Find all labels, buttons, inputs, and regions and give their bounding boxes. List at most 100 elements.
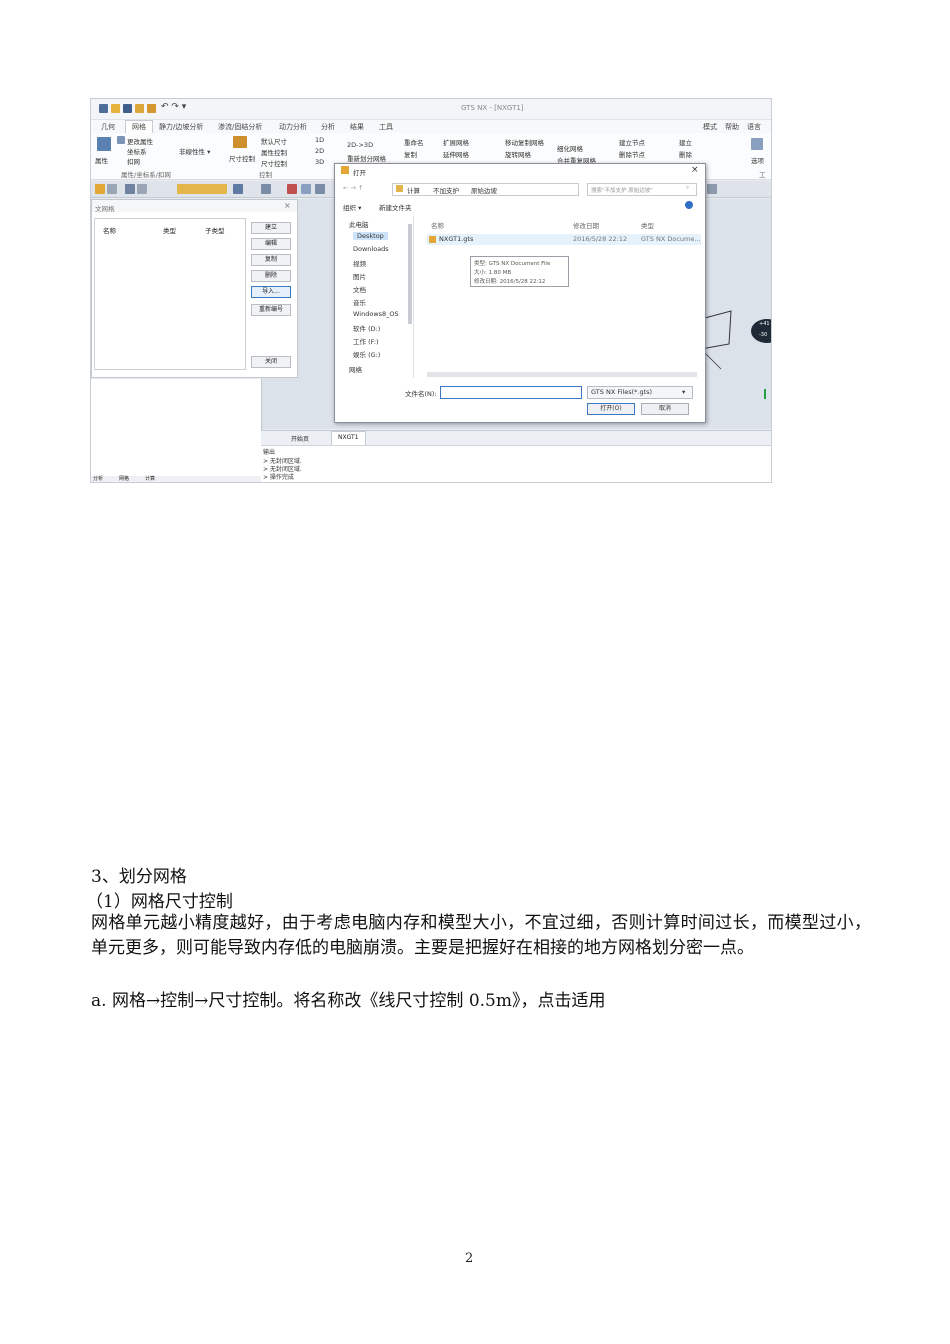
ribbon-create[interactable]: 建立 — [679, 137, 692, 147]
search-input[interactable]: 搜索"不加支护 原始边坡" ⌕ — [587, 183, 697, 196]
ribbon-2d[interactable]: 2D — [315, 147, 324, 155]
nav-drive-g[interactable]: 娱乐 (G:) — [353, 349, 380, 359]
import-button[interactable]: 导入... — [251, 286, 291, 298]
save-icon[interactable] — [123, 104, 132, 113]
ribbon-change-property[interactable]: 更改属性 — [127, 136, 153, 146]
nav-desktop[interactable]: Desktop — [353, 232, 388, 240]
new-folder-button[interactable]: 新建文件夹 — [379, 202, 412, 212]
ribbon-default-size[interactable]: 默认尺寸 — [261, 136, 287, 146]
ribbon-nonlinear[interactable]: 非線性性 ▾ — [179, 146, 210, 156]
nav-music[interactable]: 音乐 — [353, 297, 366, 307]
options-icon[interactable] — [751, 138, 763, 150]
path-computer[interactable]: 计算 — [407, 185, 420, 195]
undo-icon[interactable]: ↶ ↷ ▾ — [161, 102, 186, 112]
ribbon-property[interactable]: 属性 — [95, 155, 108, 165]
menu-language[interactable]: 语言 — [747, 122, 761, 132]
size-control-icon[interactable] — [233, 136, 247, 148]
mesh-list[interactable]: 名称 类型 子类型 — [94, 218, 246, 370]
file-row[interactable]: NXGT1.gts 2016/5/28 22:12 GTS NX Docume.… — [427, 234, 701, 245]
ribbon-remesh[interactable]: 重新划分网格 — [347, 153, 386, 163]
ribbon-extend-mesh[interactable]: 扩展网格 — [443, 137, 469, 147]
toolbar-icon[interactable] — [707, 184, 717, 194]
column-name[interactable]: 名称 — [431, 220, 444, 230]
edit-button[interactable]: 编辑 — [251, 238, 291, 250]
tab-tools[interactable]: 工具 — [379, 122, 393, 132]
close-button[interactable]: 关闭 — [251, 356, 291, 368]
tab-geometry[interactable]: 几何 — [101, 122, 115, 132]
tab-analysis-left[interactable]: 分析 — [93, 475, 103, 482]
menu-mode[interactable]: 模式 — [703, 122, 717, 132]
help-icon[interactable] — [685, 201, 693, 209]
nav-downloads[interactable]: Downloads — [353, 245, 389, 253]
delete-button[interactable]: 删除 — [251, 270, 291, 282]
nav-drive-f[interactable]: 工作 (F:) — [353, 336, 379, 346]
nav-network[interactable]: 网络 — [349, 364, 362, 374]
toolbar-icon[interactable] — [301, 184, 311, 194]
close-icon[interactable]: × — [284, 201, 291, 210]
ribbon-create-node[interactable]: 建立节点 — [619, 137, 645, 147]
ribbon-options[interactable]: 选项 — [751, 155, 764, 165]
export-icon[interactable] — [147, 104, 156, 113]
ribbon-property-control[interactable]: 属性控制 — [261, 147, 287, 157]
ribbon-2d-to-3d[interactable]: 2D->3D — [347, 141, 373, 149]
tab-mesh[interactable]: 网格 — [125, 120, 153, 133]
ribbon-move-copy-mesh[interactable]: 移动复制网格 — [505, 137, 544, 147]
ribbon-size-control[interactable]: 尺寸控制 — [261, 158, 287, 168]
copy-button[interactable]: 复制 — [251, 254, 291, 266]
toolbar-icon[interactable] — [137, 184, 147, 194]
address-bar[interactable]: 计算 不加支护 原始边坡 — [392, 183, 579, 196]
path-slope[interactable]: 原始边坡 — [471, 185, 497, 195]
menu-help[interactable]: 帮助 — [725, 122, 739, 132]
cancel-button[interactable]: 取消 — [641, 403, 689, 415]
nav-documents[interactable]: 文档 — [353, 284, 366, 294]
nav-this-pc[interactable]: 此电脑 — [349, 219, 369, 229]
ribbon-mesh-deduct[interactable]: 扣网 — [127, 156, 140, 166]
tab-results[interactable]: 结果 — [350, 122, 364, 132]
open-folder-icon[interactable] — [111, 104, 120, 113]
nav-drive-d[interactable]: 软件 (D:) — [353, 323, 380, 333]
tab-start-page[interactable]: 开始页 — [291, 434, 309, 443]
property-icon[interactable] — [97, 137, 111, 151]
ribbon-refine-mesh[interactable]: 细化网格 — [557, 143, 583, 153]
tab-mesh-left[interactable]: 网格 — [119, 475, 129, 482]
ribbon-extrude-mesh[interactable]: 延伸网格 — [443, 149, 469, 159]
horizontal-scrollbar[interactable] — [427, 372, 697, 377]
open-button[interactable]: 打开(O) — [587, 403, 635, 415]
nav-videos[interactable]: 视频 — [353, 258, 366, 268]
import-icon[interactable] — [135, 104, 144, 113]
filter-select[interactable]: GTS NX Files(*.gts) ▾ — [587, 386, 693, 399]
ribbon-3d[interactable]: 3D — [315, 158, 324, 166]
left-work-tree[interactable] — [91, 379, 262, 482]
toolbar-icon[interactable] — [107, 184, 117, 194]
ribbon-size-control-big[interactable]: 尺寸控制 — [229, 153, 255, 163]
tab-dynamic[interactable]: 动力分析 — [279, 122, 307, 132]
ribbon-delete-node[interactable]: 删除节点 — [619, 149, 645, 159]
toolbar-icon[interactable] — [287, 184, 297, 194]
path-no-support[interactable]: 不加支护 — [433, 185, 459, 195]
ribbon-copy[interactable]: 复制 — [404, 149, 417, 159]
new-file-icon[interactable] — [99, 104, 108, 113]
tab-calc-left[interactable]: 计算 — [145, 475, 155, 482]
toolbar-icon[interactable] — [125, 184, 135, 194]
nav-windows-drive[interactable]: Windows8_OS — [353, 310, 399, 318]
nav-arrows-icon[interactable]: ← → ↑ — [343, 184, 363, 192]
toolbar-icon[interactable] — [95, 184, 105, 194]
ribbon-1d[interactable]: 1D — [315, 136, 324, 144]
toolbar-icon[interactable] — [315, 184, 325, 194]
ribbon-rename[interactable]: 重命名 — [404, 137, 424, 147]
close-icon[interactable]: × — [691, 165, 699, 175]
toolbar-icon[interactable] — [261, 184, 271, 194]
nav-pictures[interactable]: 图片 — [353, 271, 366, 281]
nav-scrollbar[interactable] — [408, 224, 412, 324]
tab-seepage[interactable]: 渗流/固结分析 — [218, 122, 262, 132]
tab-static-slope[interactable]: 静力/边坡分析 — [159, 122, 203, 132]
filename-input[interactable] — [440, 386, 582, 399]
renumber-button[interactable]: 重新编号 — [251, 304, 291, 316]
organize-button[interactable]: 组织 ▾ — [343, 202, 361, 212]
ribbon-rotate-mesh[interactable]: 旋转网格 — [505, 149, 531, 159]
toolbar-icon[interactable] — [233, 184, 243, 194]
column-date[interactable]: 修改日期 — [573, 220, 599, 230]
column-type[interactable]: 类型 — [641, 220, 654, 230]
create-button[interactable]: 建立 — [251, 222, 291, 234]
ribbon-coord-system[interactable]: 坐标系 — [127, 146, 147, 156]
